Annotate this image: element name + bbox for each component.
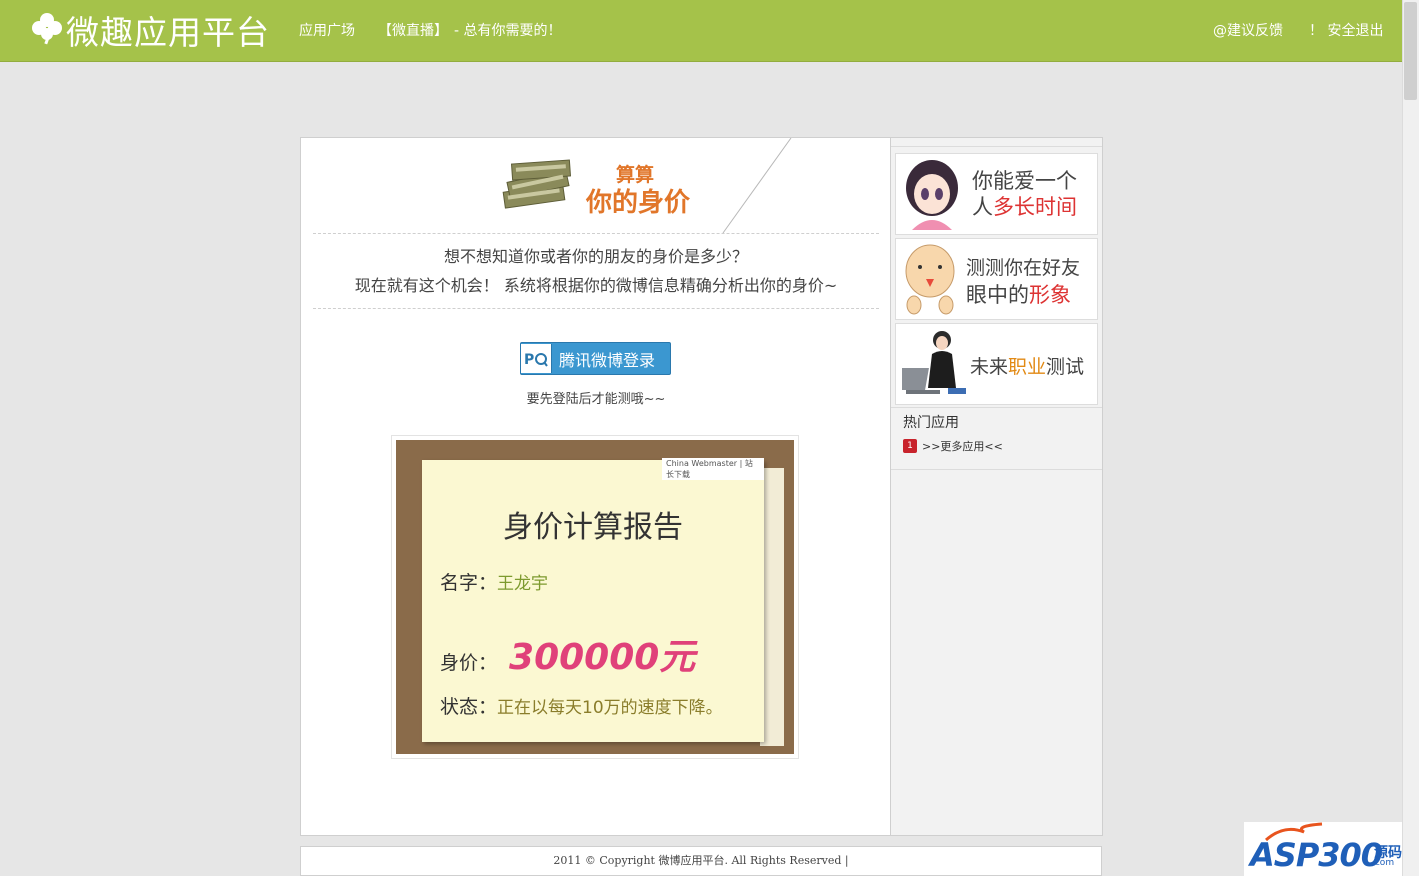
banner-divider-line [722, 138, 792, 234]
copyright-text: 2011 © Copyright 微博应用平台. All Rights Rese… [553, 854, 849, 867]
tencent-weibo-login-button[interactable]: P 腾讯微博登录 [520, 342, 671, 375]
logo-text: 微趣应用平台 [66, 13, 270, 52]
card2-line2a: 眼中的 [966, 283, 1029, 307]
login-button-label: 腾讯微博登录 [559, 350, 656, 370]
app-banner: 算算 你的身价 [301, 138, 891, 234]
report-title: 身价计算报告 [503, 510, 683, 545]
asp300-watermark-logo: ASP300 源码 .com [1244, 822, 1402, 876]
card1-line1: 你能爱一个 [972, 169, 1077, 193]
nav-live[interactable]: 【微直播】 - 总有你需要的！ [378, 20, 562, 40]
sidebar-divider-bottom [891, 469, 1102, 470]
scrollbar-track[interactable] [1402, 0, 1419, 876]
hot-apps-title: 热门应用 [903, 415, 959, 431]
sidebar-divider [891, 146, 1102, 147]
feedback-link[interactable]: @建议反馈 [1213, 20, 1283, 40]
rank-badge: 1 [903, 439, 917, 453]
report-status-row: 状态：正在以每天10万的速度下降。 [440, 692, 723, 719]
sidebar: 你能爱一个 人多长时间 测测你在好友 眼中的形象 未来职业测试 热门应用 1 >… [890, 137, 1103, 836]
app-card-love-duration[interactable]: 你能爱一个 人多长时间 [895, 153, 1098, 235]
intro-line-1: 想不想知道你或者你的朋友的身价是多少？ [443, 247, 748, 266]
logout-link[interactable]: ！ 安全退出 [1309, 20, 1383, 40]
report-status-label: 状态： [440, 696, 498, 718]
report-name-label: 名字： [440, 572, 498, 594]
card1-line2a: 人 [972, 195, 993, 219]
card2-line2b: 形象 [1029, 283, 1071, 307]
report-worth-label: 身价： [440, 652, 498, 674]
nav-live-tagline: - 总有你需要的！ [454, 23, 562, 39]
card3-line1c: 测试 [1046, 356, 1085, 378]
divider-bottom [313, 308, 879, 309]
svg-text:P: P [524, 352, 534, 368]
asp300-text: ASP300 [1250, 836, 1383, 874]
sidebar-divider-hot [891, 407, 1102, 408]
girl-avatar-icon [902, 158, 962, 234]
card1-line2: 人多长时间 [972, 194, 1077, 220]
report-background: China Webmaster | 站长下载 身价计算报告 名字：王龙宇 身价：… [396, 440, 794, 754]
scrollbar-thumb[interactable] [1404, 2, 1417, 100]
tencent-weibo-icon: P [521, 344, 552, 373]
sample-report-image: China Webmaster | 站长下载 身价计算报告 名字：王龙宇 身价：… [391, 435, 799, 759]
more-apps-link[interactable]: >>更多应用<< [922, 438, 1003, 454]
report-name-value: 王龙宇 [497, 574, 549, 594]
asp300-com: .com [1372, 858, 1395, 868]
card3-line1b: 职业 [1008, 356, 1047, 378]
card3-line1a: 未来 [970, 356, 1009, 378]
nav-app-square[interactable]: 应用广场 [299, 20, 355, 40]
report-worth-row: 身价： 300000元 [440, 628, 695, 680]
footer: 2011 © Copyright 微博应用平台. All Rights Rese… [300, 846, 1102, 876]
card1-line2b: 多长时间 [993, 195, 1077, 219]
report-name-row: 名字：王龙宇 [440, 568, 548, 595]
money-stack-icon [498, 154, 580, 216]
report-status-value: 正在以每天10万的速度下降。 [497, 698, 723, 718]
nav-live-label: 【微直播】 [378, 23, 448, 39]
main-panel: 算算 你的身价 想不想知道你或者你的朋友的身价是多少？ 现在就有这个机会！ 系统… [300, 137, 892, 836]
card2-line1: 测测你在好友 [966, 257, 1081, 279]
login-tip: 要先登陆后才能测哦~~ [526, 392, 666, 407]
clover-icon [30, 11, 64, 49]
businesswoman-laptop-icon [893, 328, 970, 404]
app-card-career-test[interactable]: 未来职业测试 [893, 323, 1098, 405]
intro-line-2: 现在就有这个机会！ 系统将根据你的微博信息精确分析出你的身价~ [354, 276, 838, 295]
card3-line1: 未来职业测试 [970, 354, 1084, 380]
more-apps-row: 1 >>更多应用<< [903, 438, 1003, 454]
divider-top [313, 233, 879, 234]
cartoon-face-icon [902, 243, 958, 319]
site-logo[interactable]: 微趣应用平台 [30, 8, 270, 52]
card2-line2: 眼中的形象 [966, 282, 1071, 308]
report-watermark: China Webmaster | 站长下载 [662, 458, 764, 480]
app-card-friend-image[interactable]: 测测你在好友 眼中的形象 [895, 238, 1098, 320]
top-navbar: 微趣应用平台 应用广场 【微直播】 - 总有你需要的！ @建议反馈 ！ 安全退出 [0, 0, 1402, 62]
report-worth-value: 300000元 [509, 637, 696, 678]
banner-title-big: 你的身价 [586, 188, 691, 218]
report-paper: China Webmaster | 站长下载 身价计算报告 名字：王龙宇 身价：… [422, 458, 764, 742]
